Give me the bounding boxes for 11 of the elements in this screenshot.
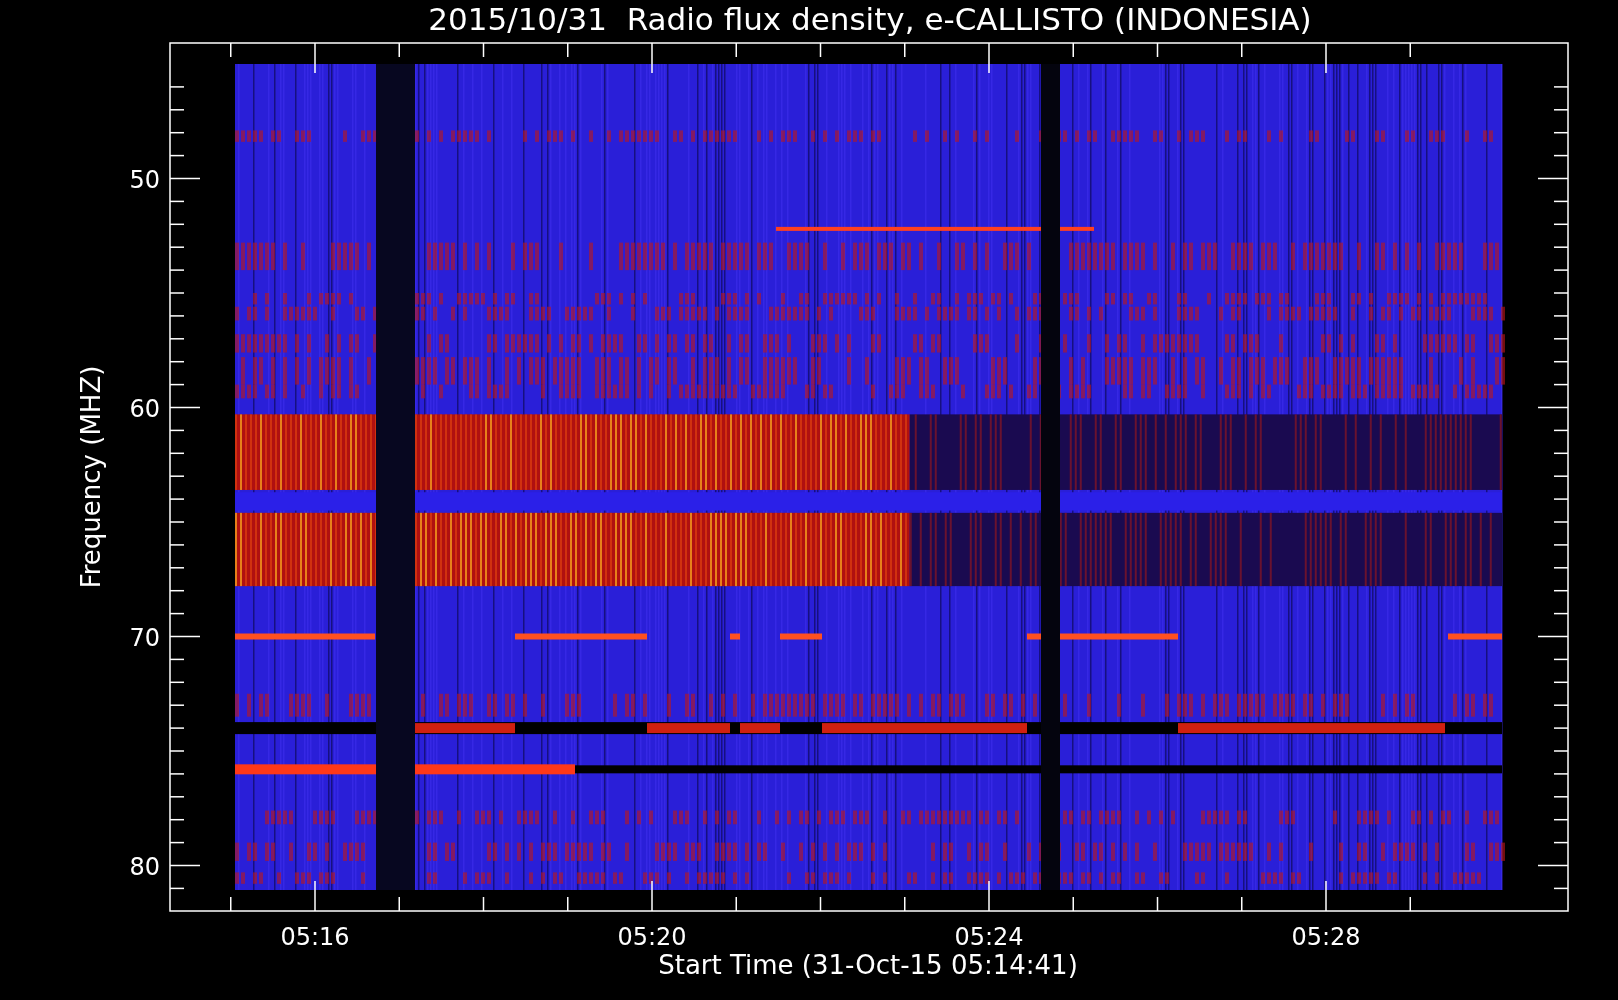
tick-label: 05:24 (954, 923, 1024, 951)
tick-label: 50 (129, 165, 160, 194)
axis-label: Frequency (MHZ) (76, 365, 106, 589)
tick-label: 05:16 (280, 923, 350, 951)
axis-label: Start Time (31-Oct-15 05:14:41) (658, 950, 1078, 980)
tick-label: 70 (129, 623, 160, 652)
tick-label: 80 (129, 852, 160, 881)
tick-label: 05:20 (617, 923, 687, 951)
chart-title: 2015/10/31 Radio flux density, e-CALLISTO (INDONESIA) (428, 1, 1312, 37)
tick-label: 05:28 (1291, 923, 1361, 951)
tick-label: 60 (129, 394, 160, 423)
